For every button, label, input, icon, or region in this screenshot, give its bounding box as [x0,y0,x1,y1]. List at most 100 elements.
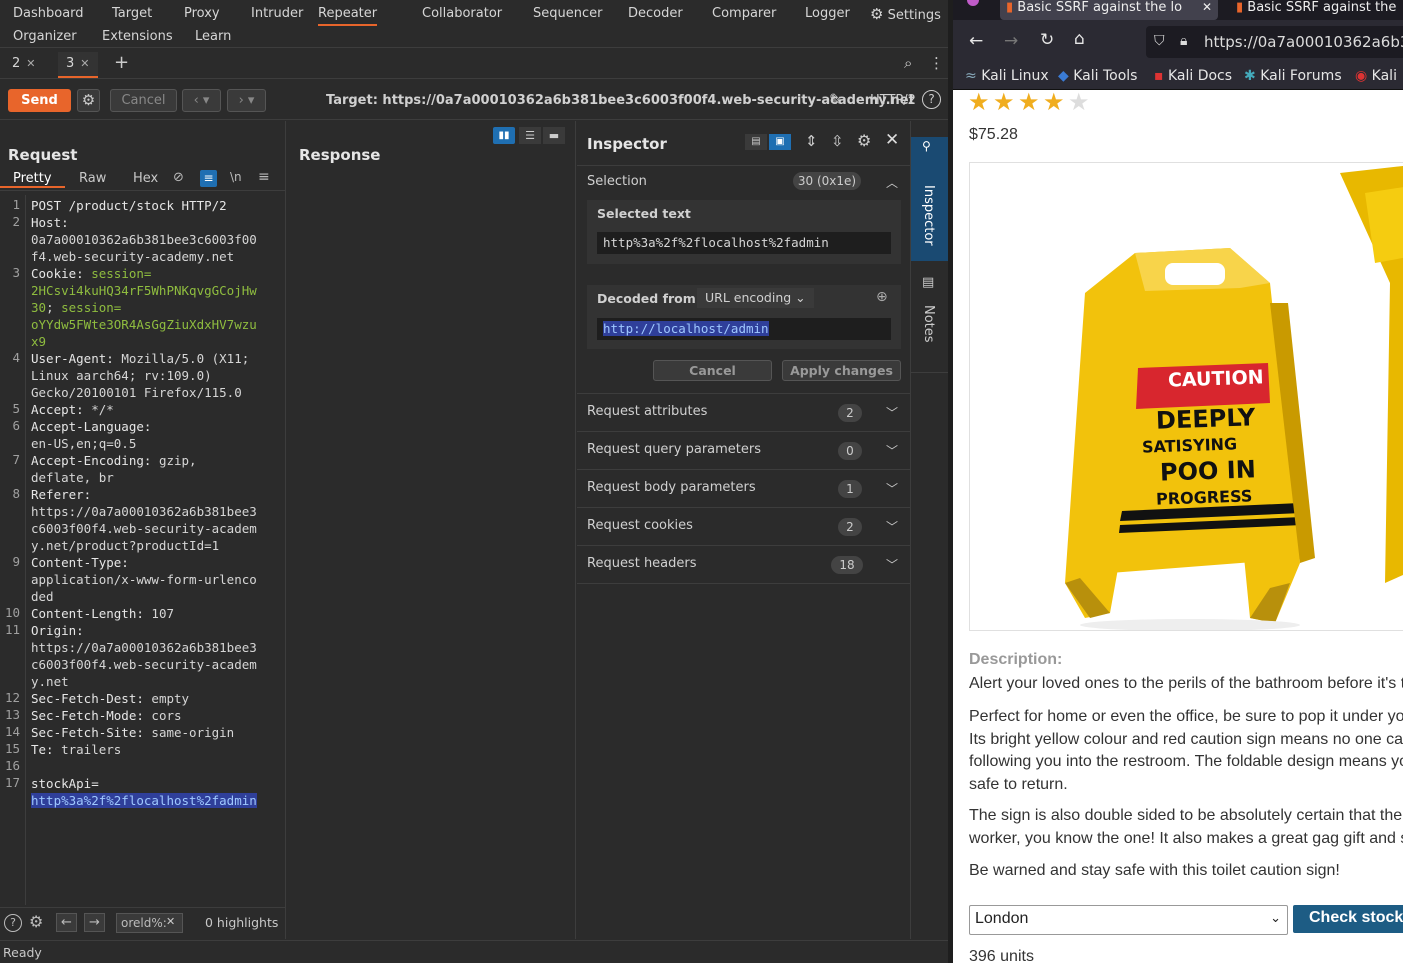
settings-button[interactable]: ⚙ Settings [870,5,941,23]
code-token: ded [31,589,54,604]
back-history-button[interactable]: ‹ ▾ [182,89,221,112]
menu-intruder[interactable]: Intruder [251,6,303,21]
menu-sequencer[interactable]: Sequencer [533,6,602,21]
encoding-select[interactable]: URL encoding ⌄ [697,288,814,308]
close-icon[interactable]: ✕ [1202,0,1212,14]
forward-icon[interactable]: → [1004,31,1018,51]
collapse-all-icon[interactable]: ⇳ [831,132,844,150]
reload-icon[interactable]: ↻ [1040,30,1054,50]
section-count-badge: 1 [838,480,862,498]
bookmark-label: Kali [1371,68,1397,84]
add-icon[interactable]: ⊕ [876,289,888,305]
edit-target-icon[interactable]: ✎ [829,90,842,109]
help-icon[interactable]: ? [4,914,22,932]
inspector-section-row[interactable]: Request headers 18 ﹀ [577,545,911,583]
close-icon[interactable]: ✕ [80,57,89,70]
menu-icon[interactable]: ≡ [258,169,270,185]
apply-changes-button[interactable]: Apply changes [782,360,901,381]
menu-comparer[interactable]: Comparer [712,6,776,21]
layout-tabs-icon[interactable]: ▬ [543,127,565,144]
send-button[interactable]: Send [8,89,71,112]
hide-nonprintable-icon[interactable]: ⊘ [173,170,184,185]
bookmark-kali-forums[interactable]: ✱ Kali Forums [1244,68,1342,84]
layout-side-by-side-icon[interactable]: ▮▮ [493,127,515,144]
code-line: POST /product/stock HTTP/2 [31,197,281,214]
menu-collaborator[interactable]: Collaborator [422,6,502,21]
code-token: https://0a7a00010362a6b381bee3 [31,504,257,519]
tab-hex[interactable]: Hex [133,171,158,186]
bookmark-kali-docs[interactable]: ▪ Kali Docs [1154,68,1232,84]
repeater-tab-2[interactable]: 2 ✕ [4,52,44,78]
cancel-button[interactable]: Cancel [110,89,177,112]
inspector-section-row[interactable]: Request attributes 2 ﹀ [577,393,911,431]
code-line: y.net/product?productId=1 [31,537,281,554]
gear-icon[interactable]: ⚙ [857,131,871,150]
menu-repeater[interactable]: Repeater [318,6,378,26]
browser-tab-1[interactable]: ▮ Basic SSRF against the lo ✕ [1000,0,1218,20]
menu-logger[interactable]: Logger [805,6,850,21]
menu-learn[interactable]: Learn [195,29,231,44]
inspector-layout-active-icon[interactable]: ▣ [769,134,791,150]
inspector-section-row[interactable]: Request query parameters 0 ﹀ [577,431,911,469]
url-bar[interactable]: ⛉ 🔒︎ https://0a7a00010362a6b38 [1146,26,1403,58]
close-icon[interactable]: ✕ [885,130,899,150]
add-tab-icon[interactable]: + [114,52,129,73]
tab-raw[interactable]: Raw [79,171,106,186]
menu-dashboard[interactable]: Dashboard [13,6,84,21]
previous-match-button[interactable]: ← [56,913,77,932]
status-bar: Ready [0,940,948,963]
kebab-menu-icon[interactable]: ⋮ [929,54,944,72]
bookmark-kali-linux[interactable]: ≈ Kali Linux [965,68,1049,84]
menu-extensions[interactable]: Extensions [102,29,173,44]
selected-text-label: Selected text [597,206,691,221]
inspector-side-tab[interactable]: ⚲ Inspector [911,137,948,261]
forward-history-button[interactable]: › ▾ [227,89,266,112]
inspector-icon: ⚲ [922,139,931,153]
tab-pretty[interactable]: Pretty [0,171,65,188]
show-newlines-toggle[interactable]: \n [230,170,242,184]
store-select[interactable]: London ⌄ [969,905,1288,935]
clear-search-icon[interactable]: ✕ [166,915,175,928]
gear-icon[interactable]: ⚙ [29,912,43,931]
next-match-button[interactable]: → [84,913,105,932]
inspector-section-row[interactable]: Request body parameters 1 ﹀ [577,469,911,507]
code-token: y.net/product?productId=1 [31,538,220,553]
help-icon[interactable]: ? [922,90,941,109]
close-icon[interactable]: ✕ [26,57,35,70]
section-label: Request body parameters [587,480,756,495]
cancel-button[interactable]: Cancel [653,360,772,381]
inspector-section-row[interactable]: Request cookies 2 ﹀ [577,507,911,545]
expand-all-icon[interactable]: ⇕ [805,132,818,150]
repeater-tab-3[interactable]: 3 ✕ [58,52,98,78]
caution-sign-image [1065,166,1403,630]
gear-icon[interactable]: ⚙ [77,89,100,112]
code-line: c6003f00f4.web-security-academ [31,520,281,537]
menu-decoder[interactable]: Decoder [628,6,683,21]
back-icon[interactable]: ← [969,31,983,51]
menu-organizer[interactable]: Organizer [13,29,77,44]
menu-target[interactable]: Target [112,6,152,21]
check-stock-button[interactable]: Check stock [1293,905,1403,933]
chevron-up-icon[interactable]: ︿ [886,174,898,191]
notes-side-tab[interactable]: ▤ Notes [911,263,948,373]
browser-tab-2[interactable]: ▮ Basic SSRF against the [1230,0,1403,20]
search-icon[interactable]: ⌕ [904,54,912,72]
bookmark-kali[interactable]: ◉ Kali [1355,68,1397,84]
kali-icon: ≈ [965,68,977,84]
wrap-lines-icon[interactable]: ≡ [200,170,217,187]
layout-top-bottom-icon[interactable]: ☰ [519,127,541,144]
http-version[interactable]: HTTP/2 [870,93,916,108]
line-number-gutter: 1 2 3 4 5 6 7 8 9 10 11 12 13 14 15 16 17 [0,195,26,905]
decoded-value-field[interactable]: http://localhost/admin [597,318,891,340]
firefox-window: ▮ Basic SSRF against the lo ✕ ▮ Basic SS… [953,0,1403,963]
bookmark-kali-tools[interactable]: ◆ Kali Tools [1058,68,1137,84]
code-token: Te: [31,742,62,757]
code-token: gzip, [158,453,197,468]
home-icon[interactable]: ⌂ [1074,29,1085,49]
code-token: User-Agent: [31,351,122,366]
inspector-layout-icon[interactable]: ▤ [745,134,767,150]
request-editor[interactable]: 1 2 3 4 5 6 7 8 9 10 11 12 13 14 15 16 17 POST /product/… [0,195,286,905]
menu-proxy[interactable]: Proxy [184,6,220,21]
selected-text-field[interactable]: http%3a%2f%2flocalhost%2fadmin [597,232,891,254]
selection-label: Selection [587,174,647,189]
